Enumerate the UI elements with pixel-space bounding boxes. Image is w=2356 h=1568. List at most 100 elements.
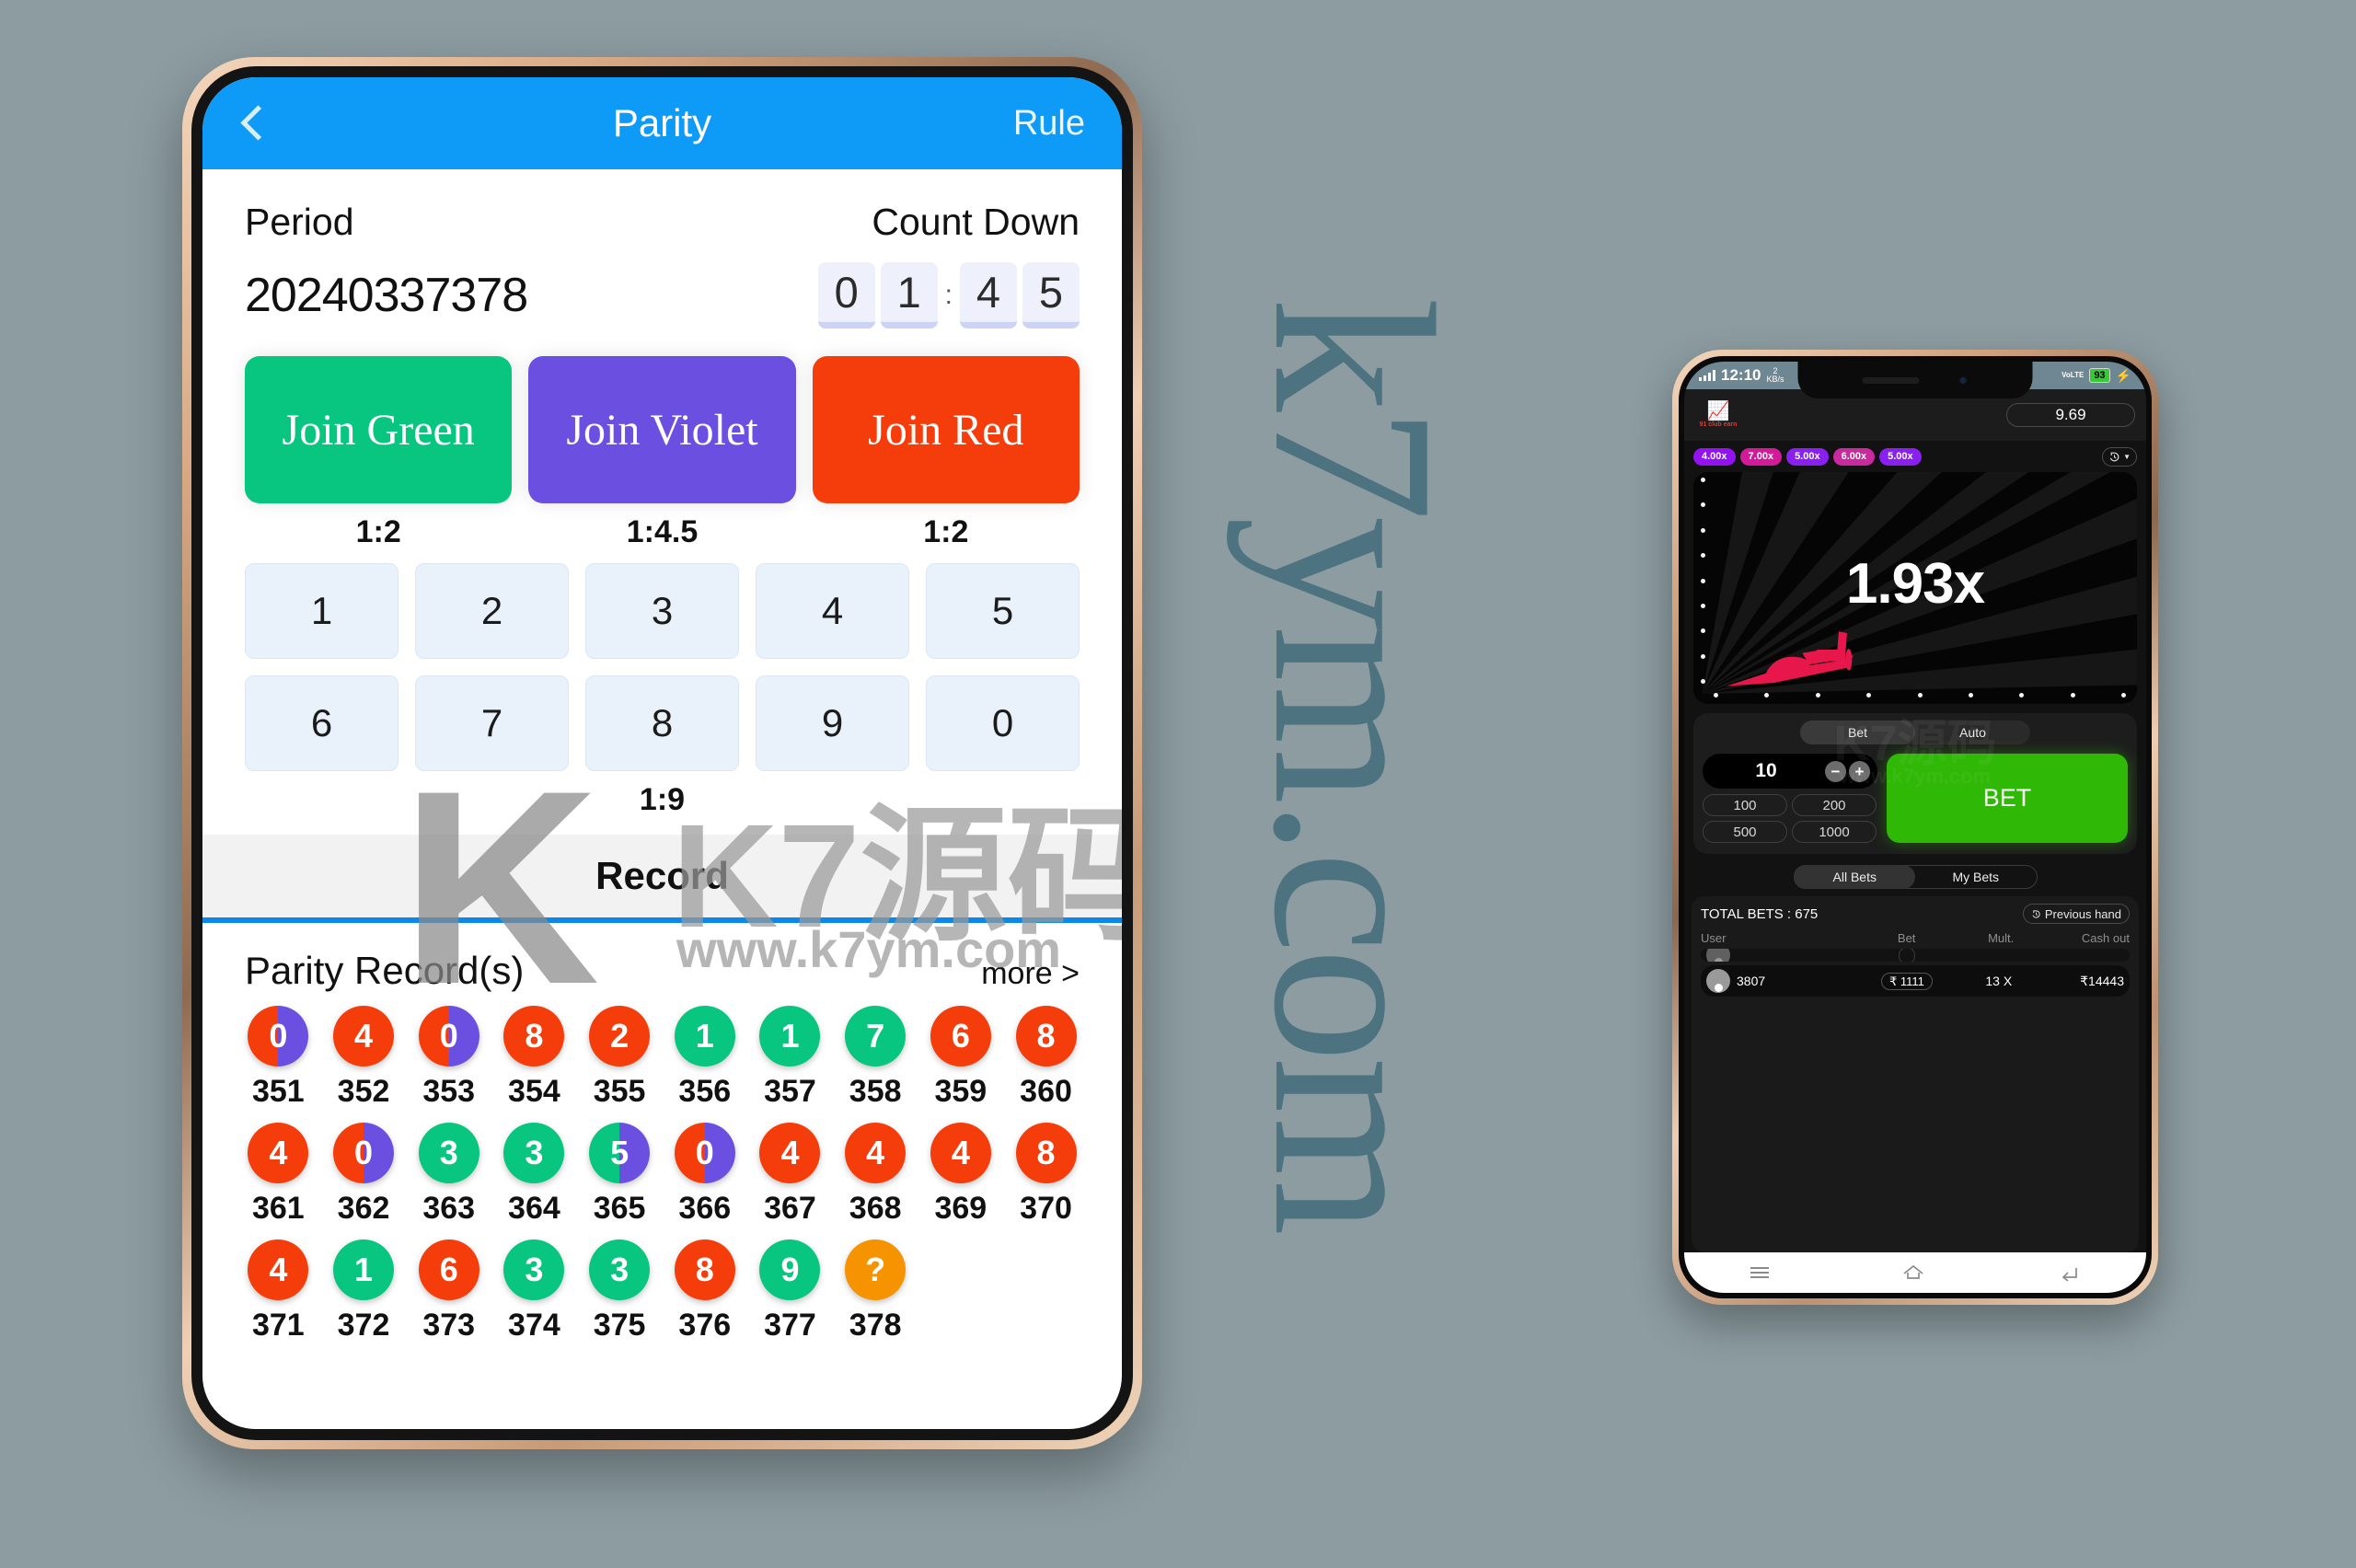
record-ball-sequence: 376 xyxy=(678,1308,732,1343)
number-cell-4[interactable]: 4 xyxy=(756,563,909,659)
number-cell-5[interactable]: 5 xyxy=(926,563,1080,659)
record-ball-value: 0 xyxy=(269,1017,288,1055)
tab-my-bets[interactable]: My Bets xyxy=(1915,865,2037,889)
app-logo-text: 91 club earn xyxy=(1699,421,1738,428)
record-ball-value: 4 xyxy=(269,1134,288,1171)
minus-icon[interactable]: − xyxy=(1825,760,1846,782)
bet-panel: K7源码 www.k7ym.com Bet Auto 10 − + 100 20… xyxy=(1693,713,2137,854)
column-cashout: Cash out xyxy=(2081,931,2130,945)
record-ball-value: 0 xyxy=(695,1134,714,1171)
page-title: Parity xyxy=(612,101,712,144)
app-logo[interactable]: 📈 91 club earn xyxy=(1695,401,1741,428)
quick-amount-200[interactable]: 200 xyxy=(1792,794,1877,816)
countdown-digit: 1 xyxy=(880,262,938,329)
balance-display[interactable]: 9.69 xyxy=(2006,403,2135,427)
record-ball-value: 1 xyxy=(695,1017,714,1055)
number-cell-6[interactable]: 6 xyxy=(245,675,398,771)
join-violet-button[interactable]: Join Violet xyxy=(528,356,796,503)
record-section-title: Parity Record(s) xyxy=(245,949,525,992)
record-item: 6 373 xyxy=(406,1239,491,1343)
speaker-grille xyxy=(1862,376,1920,384)
multiplier-chip[interactable]: 7.00x xyxy=(1739,447,1783,466)
record-ball-value: 8 xyxy=(695,1251,714,1288)
quick-amount-1000[interactable]: 1000 xyxy=(1792,821,1877,843)
table-row: 3807 ₹ 1111 13 X ₹14443 xyxy=(1701,965,2130,997)
previous-hand-button[interactable]: Previous hand xyxy=(2022,904,2130,924)
join-green-button[interactable]: Join Green xyxy=(245,356,513,503)
period-label: Period xyxy=(245,201,354,243)
record-more-link[interactable]: more > xyxy=(981,956,1080,992)
countdown-digit: 4 xyxy=(960,262,1017,329)
x-axis-dots xyxy=(1714,693,2126,698)
number-cell-3[interactable]: 3 xyxy=(585,563,739,659)
row-cashout: ₹14443 xyxy=(2080,973,2124,988)
bet-mode-tabs: Bet Auto xyxy=(1800,721,2030,744)
tab-auto[interactable]: Auto xyxy=(1915,725,2030,740)
record-ball: ? xyxy=(845,1239,907,1300)
quick-amount-100[interactable]: 100 xyxy=(1703,794,1787,816)
tab-all-bets[interactable]: All Bets xyxy=(1794,865,1915,889)
bet-amount-stepper: 10 − + xyxy=(1703,754,1877,789)
record-ball: 9 xyxy=(759,1239,821,1300)
record-item: 1 356 xyxy=(662,1006,747,1110)
rule-link[interactable]: Rule xyxy=(1013,104,1085,144)
data-rate-unit: KB/s xyxy=(1766,375,1784,384)
record-ball-sequence: 369 xyxy=(934,1191,987,1226)
record-item: 0 351 xyxy=(236,1006,321,1110)
tab-bet[interactable]: Bet xyxy=(1800,721,1915,744)
multiplier-history-button[interactable]: ▼ xyxy=(2102,446,2137,467)
record-ball-value: 3 xyxy=(525,1134,544,1171)
record-ball-sequence: 362 xyxy=(337,1191,390,1226)
record-ball-value: 1 xyxy=(780,1017,800,1055)
record-ball: 8 xyxy=(1015,1123,1077,1183)
front-camera xyxy=(1958,375,1969,386)
multiplier-chip[interactable]: 5.00x xyxy=(1786,447,1829,466)
record-ball-sequence: 371 xyxy=(251,1308,305,1343)
join-buttons-row: Join Green 1:2 Join Violet 1:4.5 Join Re… xyxy=(202,334,1122,550)
place-bet-button[interactable]: BET xyxy=(1887,754,2128,843)
record-ball-value: 2 xyxy=(610,1017,629,1055)
number-cell-8[interactable]: 8 xyxy=(585,675,739,771)
record-balls-area: 0 351 4 352 0 353 8 354 2 355 1 356 1 357 7 358 6 359 8 360… xyxy=(202,1002,1122,1343)
record-ball-value: 7 xyxy=(866,1017,885,1055)
record-row-2: 4 361 0 362 3 363 3 364 5 365 0 366 4 367 4 368 4 369 8 370 xyxy=(236,1123,1089,1227)
number-cell-1[interactable]: 1 xyxy=(245,563,398,659)
record-ball: 8 xyxy=(1015,1006,1077,1066)
record-item: 3 363 xyxy=(406,1123,491,1227)
record-ball: 1 xyxy=(333,1239,395,1300)
number-cell-2[interactable]: 2 xyxy=(415,563,569,659)
record-ball-value: 3 xyxy=(610,1251,629,1288)
menu-icon[interactable] xyxy=(1750,1264,1770,1281)
record-ball-sequence: 370 xyxy=(1020,1191,1072,1226)
number-cell-9[interactable]: 9 xyxy=(756,675,909,771)
countdown-digit: 5 xyxy=(1022,262,1080,329)
record-ball: 8 xyxy=(503,1006,565,1066)
join-red-button[interactable]: Join Red xyxy=(812,356,1080,503)
plus-icon[interactable]: + xyxy=(1849,760,1870,782)
record-item: 2 355 xyxy=(577,1006,663,1110)
record-item: 4 352 xyxy=(321,1006,407,1110)
user-avatar-icon xyxy=(1706,969,1730,993)
record-ball-sequence: 354 xyxy=(508,1074,560,1109)
bet-amount-input[interactable]: 10 xyxy=(1710,760,1822,782)
tab-record[interactable]: Record xyxy=(202,835,1122,923)
back-arrow-icon[interactable] xyxy=(2058,1263,2080,1282)
aviator-phone-bezel: 12:10 2 KB/s VoLTE 93 ⚡ 📈 91 club earn 9… xyxy=(1679,356,2152,1298)
multiplier-chip[interactable]: 5.00x xyxy=(1879,447,1922,466)
countdown-separator: : xyxy=(944,280,953,310)
bets-column-headers: User Bet Mult. Cash out xyxy=(1701,931,2130,945)
record-ball: 1 xyxy=(674,1006,735,1066)
record-ball: 4 xyxy=(333,1006,395,1066)
record-item: 1 372 xyxy=(321,1239,407,1343)
multiplier-chip[interactable]: 6.00x xyxy=(1832,447,1876,466)
number-cell-0[interactable]: 0 xyxy=(926,675,1080,771)
quick-amount-500[interactable]: 500 xyxy=(1703,821,1787,843)
android-navbar xyxy=(1684,1252,2146,1293)
number-cell-7[interactable]: 7 xyxy=(415,675,569,771)
parity-phone-frame: Parity Rule Period Count Down 2024033737… xyxy=(182,57,1142,1449)
multiplier-chip[interactable]: 4.00x xyxy=(1693,447,1736,466)
bets-tabs: All Bets My Bets xyxy=(1793,865,2038,889)
countdown-label: Count Down xyxy=(872,201,1080,243)
home-icon[interactable] xyxy=(1902,1263,1924,1282)
record-row-3: 4 371 1 372 6 373 3 374 3 375 8 376 9 377? 378 xyxy=(236,1239,1089,1343)
